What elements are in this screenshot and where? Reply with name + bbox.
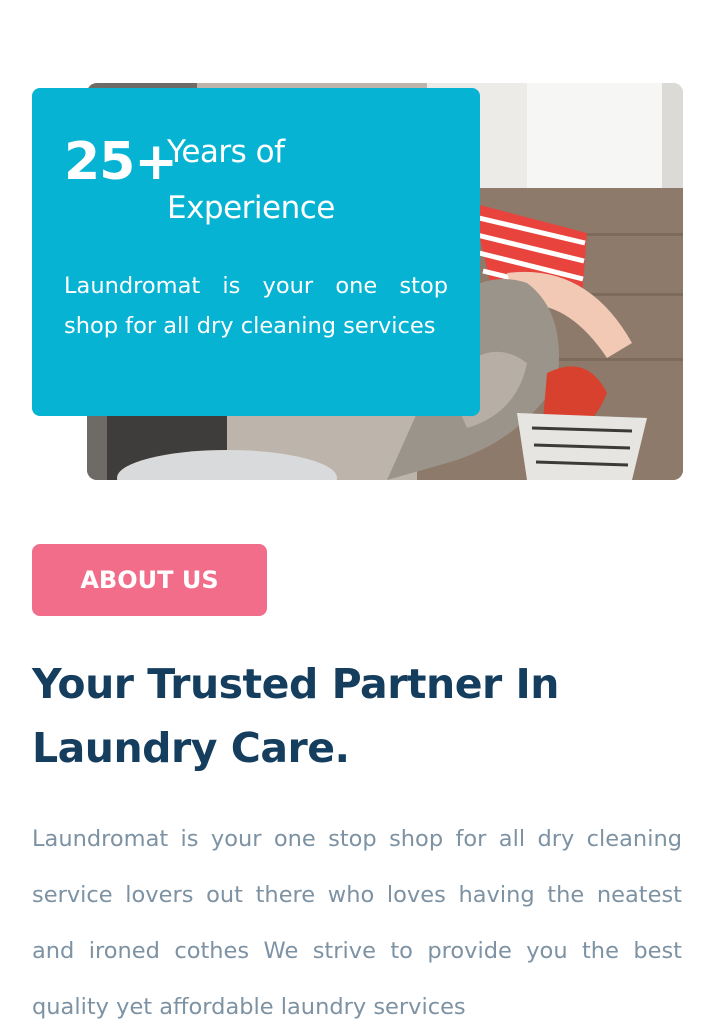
experience-description: Laundromat is your one stop shop for all…: [64, 273, 448, 339]
about-body-text: Laundromat is your one stop shop for all…: [32, 826, 682, 1020]
about-us-button[interactable]: ABOUT US: [32, 544, 267, 616]
experience-label: Years of Experience: [167, 134, 335, 226]
page: 25+ Years of Experience Laundromat is yo…: [0, 0, 714, 1026]
experience-card: 25+ Years of Experience Laundromat is yo…: [32, 88, 480, 416]
experience-number: 25+: [64, 132, 178, 192]
about-title: Your Trusted Partner In Laundry Care.: [32, 660, 559, 772]
